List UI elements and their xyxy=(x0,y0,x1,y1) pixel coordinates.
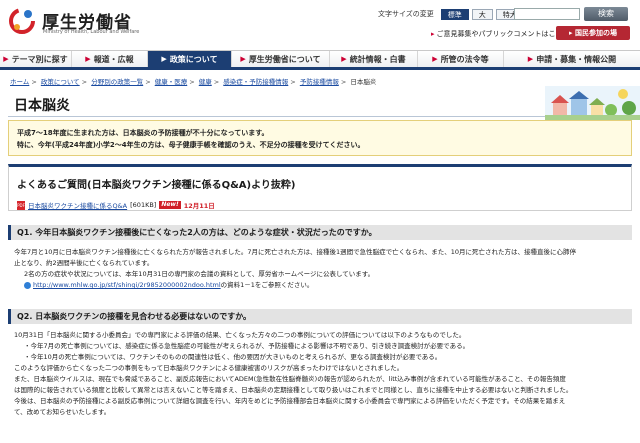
nav-item-laws[interactable]: ▶ 所管の法令等 xyxy=(418,51,504,67)
font-size-standard-button[interactable]: 標準 xyxy=(440,8,469,20)
arrow-right-icon: ▸ xyxy=(431,30,435,38)
nav-item-applications[interactable]: ▶ 申請・募集・情報公開 xyxy=(504,51,640,67)
nav-item-label: テーマ別に探す xyxy=(11,54,68,64)
triangle-icon: ▶ xyxy=(240,55,246,63)
opinion-link[interactable]: ▸ ご意見募集やパブリックコメントはこちら xyxy=(431,29,570,39)
site-header: 厚生労働省 Ministry of Health, Labour and Wel… xyxy=(0,0,640,46)
title-band: 日本脳炎 xyxy=(0,86,640,120)
nav-item-about[interactable]: ▶ 厚生労働省について xyxy=(232,51,330,67)
town-illustration xyxy=(545,86,640,120)
answer-link-line: http://www.mhlw.go.jp/stf/shingi/2r98520… xyxy=(14,280,626,291)
search-button[interactable]: 検索 xyxy=(584,7,628,21)
triangle-icon: ▶ xyxy=(432,55,438,63)
nav-item-press[interactable]: ▶ 報道・広報 xyxy=(72,51,148,67)
answer-line: 今後は、日本脳炎の予防接種による副反応事例について詳細な調査を行い、年内をめどに… xyxy=(14,397,566,405)
pdf-icon: PDF xyxy=(17,200,25,210)
search-input[interactable] xyxy=(514,8,580,20)
page-title: 日本脳炎 xyxy=(14,98,70,114)
nav-item-label: 申請・募集・情報公開 xyxy=(536,54,617,64)
answer-line: 止となり、約2週間半後に亡くなられています。 xyxy=(14,259,154,267)
answer-line: このような評価から亡くなった二つの事例をもって日本脳炎ワクチンによる健康被害のリ… xyxy=(14,364,404,372)
logo-subtitle: Ministry of Health, Labour and Welfare xyxy=(43,29,140,35)
faq-pdf-link[interactable]: 日本脳炎ワクチン接種に係るQ&A xyxy=(28,200,127,210)
reference-url-suffix: の資料1－1をご参照ください。 xyxy=(220,281,314,289)
breadcrumb-link-vaccination[interactable]: 予防接種情報 xyxy=(300,78,339,86)
breadcrumb-separator: > xyxy=(145,78,151,86)
triangle-icon: ▶ xyxy=(527,55,534,63)
breadcrumb-separator: > xyxy=(213,78,220,86)
breadcrumb-separator: > xyxy=(81,78,88,86)
faq-link-row: PDF 日本脳炎ワクチン接種に係るQ&A [601KB] New! 12月11日 xyxy=(17,200,215,210)
nav-item-policy[interactable]: ▶ 政策について xyxy=(148,51,232,67)
breadcrumb-separator: > xyxy=(340,78,347,86)
answer-q1: 今年7月と10月に日本脳炎ワクチン接種後に亡くなられた方が報告されました。7月に… xyxy=(14,247,626,291)
breadcrumb-separator: > xyxy=(290,78,296,86)
opinion-link-label: ご意見募集やパブリックコメントはこちら xyxy=(436,30,570,38)
nav-item-label: 報道・広報 xyxy=(93,54,134,64)
ministry-logo-icon xyxy=(9,8,35,34)
ministry-logo[interactable]: 厚生労働省 Ministry of Health, Labour and Wel… xyxy=(8,6,168,40)
nav-item-label: 統計情報・白書 xyxy=(349,54,406,64)
notice-box: 平成7～18年度に生まれた方は、日本脳炎の予防接種が不十分になっています。 特に… xyxy=(8,120,632,156)
nav-item-label: 所管の法令等 xyxy=(440,54,489,64)
global-nav: ▶ テーマ別に探す ▶ 報道・広報 ▶ 政策について ▶ 厚生労働省について ▶ 統計情報… xyxy=(0,50,640,70)
breadcrumb-link-home[interactable]: ホーム xyxy=(10,78,29,86)
breadcrumb-link-fields[interactable]: 分野別の政策一覧 xyxy=(91,78,143,86)
nav-item-label: 厚生労働省について xyxy=(248,54,321,64)
answer-line: ・今年10月の死亡事例については、ワクチンそのものの関連性は低く、他の要因が大き… xyxy=(24,353,442,361)
participate-button[interactable]: ▸ 国民参加の場 xyxy=(556,26,630,40)
new-date: 12月11日 xyxy=(183,202,215,210)
breadcrumb-separator: > xyxy=(31,78,37,86)
question-text: Q2. 日本脳炎ワクチンの接種を見合わせる必要はないのですか。 xyxy=(17,312,252,321)
participate-button-label: 国民参加の場 xyxy=(574,29,617,37)
triangle-icon: ▶ xyxy=(161,55,167,63)
breadcrumb-link-health-medical[interactable]: 健康・医療 xyxy=(155,78,188,86)
answer-line: 10月31日「日本脳炎に関する小委員会」での専門家による評価の結果、亡くなった方… xyxy=(14,331,466,339)
triangle-icon: ▶ xyxy=(341,55,347,63)
title-divider xyxy=(8,116,548,117)
breadcrumb-link-health[interactable]: 健康 xyxy=(199,78,212,86)
answer-q2: 10月31日「日本脳炎に関する小委員会」での専門家による評価の結果、亡くなった方… xyxy=(14,330,626,418)
breadcrumb-link-policy[interactable]: 政策について xyxy=(41,78,80,86)
answer-line: ・今年7月の死亡事例については、感染症に係る急性脳症の可能性が考えられるが、予防… xyxy=(24,342,470,350)
font-size-large-button[interactable]: 大 xyxy=(471,8,493,20)
question-heading-q1: Q1. 今年日本脳炎ワクチン接種後に亡くなった2人の方は、どのような症状・状況だ… xyxy=(8,225,632,240)
nav-item-statistics[interactable]: ▶ 統計情報・白書 xyxy=(330,51,418,67)
notice-line: 平成7～18年度に生まれた方は、日本脳炎の予防接種が不十分になっています。 xyxy=(17,129,269,137)
web-link-icon xyxy=(24,281,31,289)
breadcrumb: ホーム > 政策について > 分野別の政策一覧 > 健康・医療 > 健康 > 感染症・予防… xyxy=(10,76,376,86)
triangle-icon: ▶ xyxy=(3,55,9,63)
answer-line: 2名の方の症状や状況については、本年10月31日の専門家の会議の資料として、厚労… xyxy=(24,270,375,278)
answer-line: 今年7月と10月に日本脳炎ワクチン接種後に亡くなられた方が報告されました。7月に… xyxy=(14,248,577,256)
answer-line: また、日本脳炎ウイルスは、現在でも脅威であること、副反応報告においてADEM(急… xyxy=(14,375,566,383)
question-heading-q2: Q2. 日本脳炎ワクチンの接種を見合わせる必要はないのですか。 xyxy=(8,309,632,324)
faq-title: よくあるご質問(日本脳炎ワクチン接種に係るQ&A)より抜粋) xyxy=(17,180,296,191)
notice-line: 特に、今年(平成24年度)小学2～4年生の方は、母子健康手帳を確認のうえ、不足分… xyxy=(17,141,365,149)
faq-card: よくあるご質問(日本脳炎ワクチン接種に係るQ&A)より抜粋) PDF 日本脳炎ワ… xyxy=(8,164,632,211)
new-badge: New! xyxy=(159,201,181,209)
answer-line: は国際的に報告されている頻度と比較して異常とは言えないこと等を踏まえ、日本脳炎の… xyxy=(14,386,573,394)
breadcrumb-separator: > xyxy=(189,78,195,86)
triangle-icon: ▶ xyxy=(85,55,91,63)
faq-pdf-size: [601KB] xyxy=(130,201,157,209)
question-text: Q1. 今年日本脳炎ワクチン接種後に亡くなった2人の方は、どのような症状・状況だ… xyxy=(17,228,377,237)
answer-line: て、改めてお知らせいたします。 xyxy=(14,408,111,416)
reference-url-link[interactable]: http://www.mhlw.go.jp/stf/shingi/2r98520… xyxy=(33,281,221,289)
breadcrumb-link-infection[interactable]: 感染症・予防接種情報 xyxy=(223,78,288,86)
font-size-label: 文字サイズの変更 xyxy=(378,10,434,18)
nav-item-theme[interactable]: ▶ テーマ別に探す xyxy=(0,51,72,67)
font-size-switcher: 文字サイズの変更 標準 大 特大 xyxy=(378,8,524,20)
breadcrumb-current: 日本脳炎 xyxy=(350,78,377,86)
nav-item-label: 政策について xyxy=(169,54,218,64)
